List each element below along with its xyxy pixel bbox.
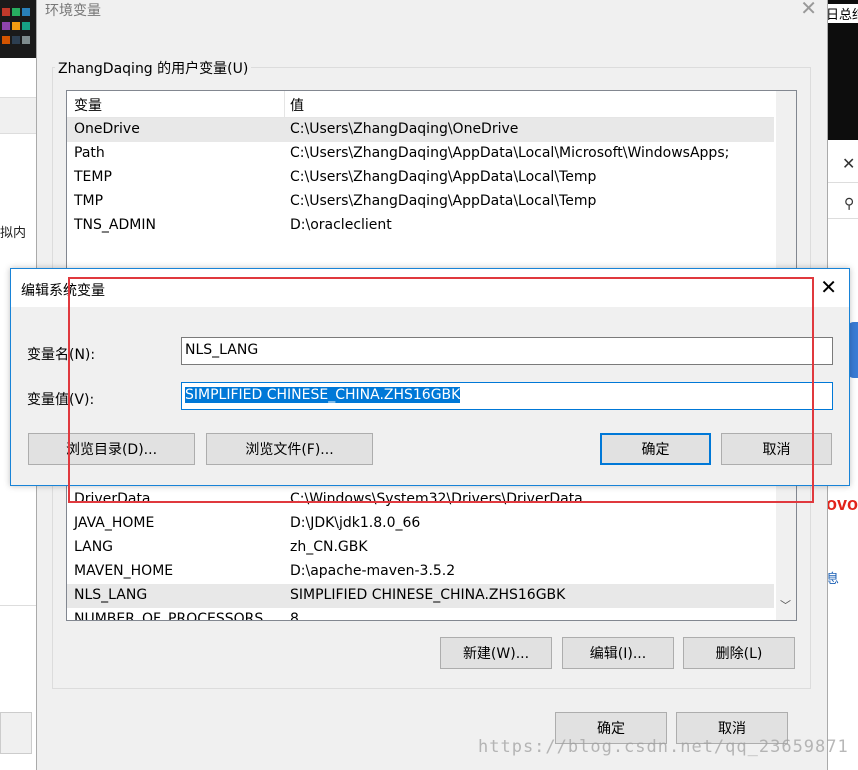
variable-value-selection: SIMPLIFIED CHINESE_CHINA.ZHS16GBK [185,387,461,403]
variable-value: C:\Users\ZhangDaqing\AppData\Local\Temp [290,193,597,209]
system-variables-list[interactable]: DriverData C:\Windows\System32\Drivers\D… [66,484,797,621]
user-variables-label: ZhangDaqing 的用户变量(U) [55,58,252,78]
edit-button[interactable]: 编辑(I)... [562,637,674,669]
variable-name: LANG [74,539,114,555]
close-icon[interactable]: ✕ [842,154,855,173]
list-item[interactable]: OneDrive C:\Users\ZhangDaqing\OneDrive [67,118,774,142]
variable-value: C:\Users\ZhangDaqing\AppData\Local\Micro… [290,145,730,161]
dialog-title: 环境变量 [45,3,101,19]
variable-name: OneDrive [74,121,140,137]
delete-button[interactable]: 删除(L) [683,637,795,669]
variable-name: JAVA_HOME [74,515,155,531]
variable-name: Path [74,145,105,161]
variable-name-value: NLS_LANG [185,342,259,358]
cancel-button[interactable]: 取消 [721,433,832,465]
list-header: 变量 值 [67,91,774,118]
background-toolbar [0,97,36,134]
variable-value-input[interactable]: SIMPLIFIED CHINESE_CHINA.ZHS16GBK [181,382,833,410]
background-divider [826,182,858,183]
variable-name: NLS_LANG [74,587,148,603]
variable-value: zh_CN.GBK [290,539,368,555]
user-variables-list[interactable]: 变量 值 OneDrive C:\Users\ZhangDaqing\OneDr… [66,90,797,272]
variable-name: TEMP [74,169,112,185]
watermark: https://blog.csdn.net/qq_23659871 [478,737,849,757]
variable-name: TNS_ADMIN [74,217,156,233]
new-button[interactable]: 新建(W)... [440,637,552,669]
background-text: 拟内 [0,226,27,241]
chevron-down-icon[interactable]: ﹀ [780,597,791,613]
dialog-titlebar[interactable]: 编辑系统变量 ✕ [11,269,849,307]
variable-value: D:\oracleclient [290,217,392,233]
column-header-value[interactable]: 值 [290,95,304,115]
variable-value-label: 变量值(V): [27,392,95,408]
variable-value: SIMPLIFIED CHINESE_CHINA.ZHS16GBK [290,587,566,603]
list-item[interactable]: TMP C:\Users\ZhangDaqing\AppData\Local\T… [67,190,774,214]
background-button [0,712,32,754]
background-title-text: 日总结 [826,4,858,23]
list-item[interactable]: MAVEN_HOME D:\apache-maven-3.5.2 [67,560,774,584]
variable-value: D:\JDK\jdk1.8.0_66 [290,515,421,531]
list-item[interactable]: DriverData C:\Windows\System32\Drivers\D… [67,488,774,512]
scrollbar[interactable] [776,91,796,271]
variable-name-input[interactable]: NLS_LANG [181,337,833,365]
brand-logo: ovo [826,494,858,514]
variable-value: 8 [290,611,299,621]
variable-name-label: 变量名(N): [27,347,96,363]
browse-directory-button[interactable]: 浏览目录(D)... [28,433,195,465]
variable-value: C:\Users\ZhangDaqing\AppData\Local\Temp [290,169,597,185]
variable-value: C:\Windows\System32\Drivers\DriverData [290,491,583,507]
close-icon[interactable]: ✕ [800,0,817,20]
edit-system-variable-dialog: 编辑系统变量 ✕ 变量名(N): NLS_LANG 变量值(V): SIMPLI… [10,268,850,486]
variable-name: TMP [74,193,104,209]
variable-name: MAVEN_HOME [74,563,174,579]
variable-value: D:\apache-maven-3.5.2 [290,563,456,579]
list-item[interactable]: JAVA_HOME D:\JDK\jdk1.8.0_66 [67,512,774,536]
variable-name: DriverData [74,491,151,507]
list-item[interactable]: LANG zh_CN.GBK [67,536,774,560]
search-icon[interactable]: ⚲ [844,196,854,212]
close-icon[interactable]: ✕ [820,275,837,299]
list-item[interactable]: TNS_ADMIN D:\oracleclient [67,214,774,238]
background-divider [826,218,858,219]
list-item[interactable]: Path C:\Users\ZhangDaqing\AppData\Local\… [67,142,774,166]
dialog-title: 编辑系统变量 [21,283,105,299]
background-divider [0,605,36,606]
app-thumbnail-icon [0,0,36,58]
ok-button[interactable]: 确定 [600,433,711,465]
variable-value: C:\Users\ZhangDaqing\OneDrive [290,121,519,137]
variable-name: NUMBER_OF_PROCESSORS [74,611,264,621]
list-item[interactable]: TEMP C:\Users\ZhangDaqing\AppData\Local\… [67,166,774,190]
scrollbar[interactable]: ﹀ [776,485,796,620]
column-divider[interactable] [284,91,285,117]
list-item[interactable]: NUMBER_OF_PROCESSORS 8 [67,608,774,621]
browse-file-button[interactable]: 浏览文件(F)... [206,433,373,465]
list-item[interactable]: NLS_LANG SIMPLIFIED CHINESE_CHINA.ZHS16G… [67,584,774,608]
column-header-variable[interactable]: 变量 [74,95,102,115]
